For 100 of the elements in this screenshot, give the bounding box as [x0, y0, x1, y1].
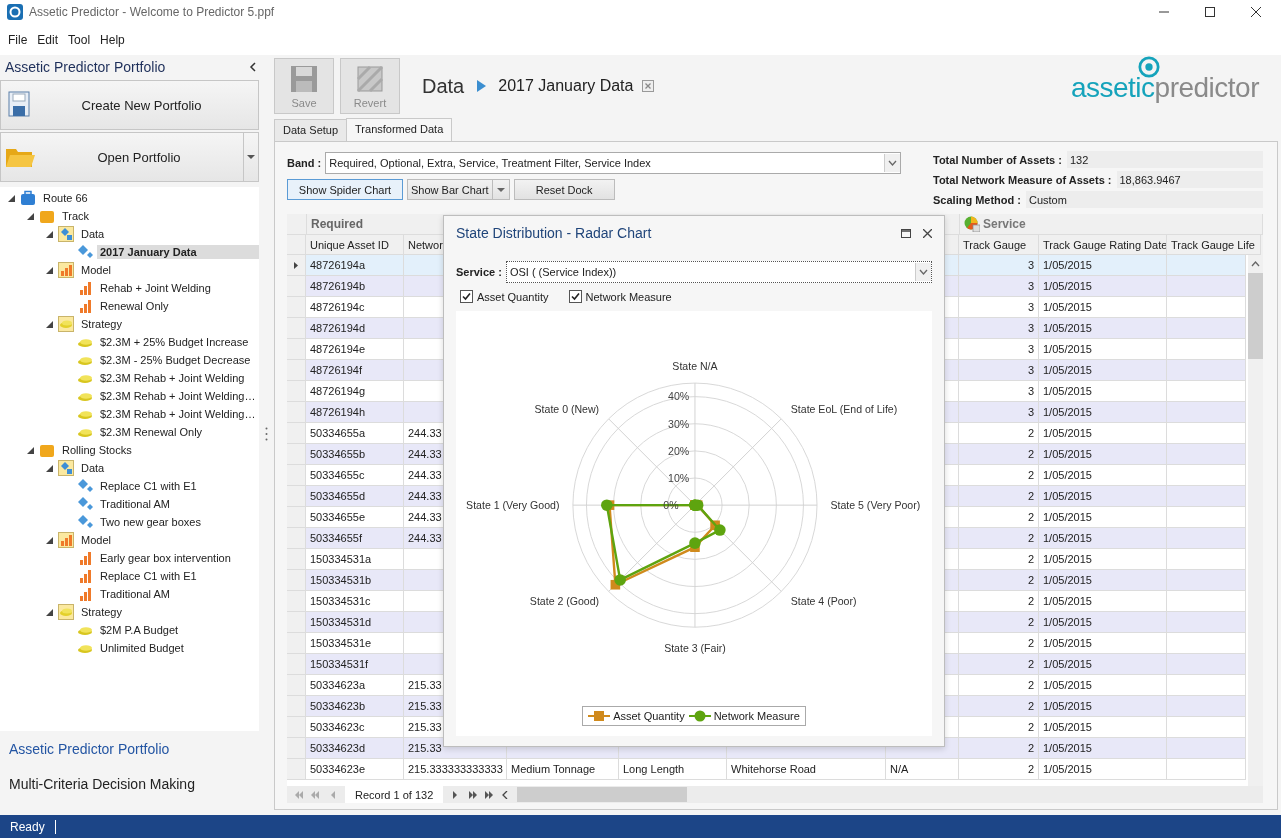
- checkbox[interactable]: [460, 290, 473, 303]
- caret-icon: [496, 187, 505, 192]
- tree-item[interactable]: $2.3M Rehab + Joint Welding…: [97, 389, 259, 403]
- tick-label: 10%: [668, 471, 690, 484]
- table-row[interactable]: 50334623e 215.333333333333 Medium Tonnage Long Length Whitehorse Road N/A 2 1/05/2015: [287, 759, 1246, 780]
- coins-group-icon: [58, 604, 74, 620]
- logo: asseticpredictor: [1070, 72, 1259, 103]
- tree-item[interactable]: Renewal Only: [97, 299, 172, 313]
- expand-arrow-icon[interactable]: [27, 212, 34, 220]
- summary-value: 18,863.9467: [1116, 171, 1263, 188]
- tree-item[interactable]: $2M P.A Budget: [97, 623, 182, 637]
- expand-arrow-icon[interactable]: [46, 230, 53, 238]
- action-button[interactable]: Reset Dock: [513, 179, 615, 200]
- tree-item[interactable]: Rolling Stocks: [59, 443, 135, 457]
- tree-item[interactable]: $2.3M + 25% Budget Increase: [97, 335, 252, 349]
- expand-arrow-icon[interactable]: [46, 266, 53, 274]
- tree-item[interactable]: $2.3M - 25% Budget Decrease: [97, 353, 254, 367]
- row-header[interactable]: [287, 255, 306, 276]
- pager-forward-icon[interactable]: [484, 790, 495, 799]
- tab[interactable]: Data Setup: [274, 119, 348, 141]
- close-icon[interactable]: [923, 228, 932, 238]
- scrollbar-thumb[interactable]: [1248, 273, 1263, 359]
- action-button[interactable]: Show Spider Chart: [287, 179, 403, 200]
- checkbox-label[interactable]: Asset Quantity: [477, 290, 549, 303]
- bar-chart-icon: [77, 280, 93, 296]
- tree-item[interactable]: Route 66: [40, 191, 91, 205]
- pager-back-icon[interactable]: [294, 790, 304, 799]
- table-cell: Medium Tonnage: [507, 759, 619, 780]
- close-icon[interactable]: [1251, 7, 1261, 17]
- portfolio-button[interactable]: Open Portfolio: [0, 132, 259, 182]
- table-cell: Whitehorse Road: [727, 759, 886, 780]
- tree-item[interactable]: $2.3M Rehab + Joint Welding: [97, 371, 248, 385]
- tree-item[interactable]: Strategy: [78, 605, 125, 619]
- chevron-up-icon[interactable]: [1251, 261, 1260, 267]
- bar-chart-group-icon: [58, 262, 74, 278]
- maximize-icon[interactable]: [1205, 7, 1215, 17]
- expand-arrow-icon[interactable]: [46, 608, 53, 616]
- menu-item[interactable]: Edit: [32, 30, 64, 49]
- tree-item[interactable]: 2017 January Data: [97, 245, 259, 259]
- nav-link[interactable]: Multi-Criteria Decision Making: [9, 776, 270, 792]
- legend-label: Network Measure: [713, 710, 800, 722]
- tick-label: 30%: [668, 417, 690, 430]
- chevron-down-icon: [888, 160, 897, 166]
- caret-icon: [247, 155, 255, 159]
- expand-arrow-icon[interactable]: [8, 194, 15, 202]
- tree-item[interactable]: Model: [78, 263, 114, 277]
- checkbox[interactable]: [568, 290, 582, 303]
- table-cell: 2: [959, 759, 1039, 780]
- menu-item[interactable]: File: [3, 30, 33, 49]
- diamond-icon: [77, 478, 93, 494]
- vertical-scrollbar[interactable]: [1248, 255, 1263, 786]
- tree-item[interactable]: Early gear box intervention: [97, 551, 234, 565]
- checkbox-label[interactable]: Network Measure: [585, 290, 672, 303]
- tree-item[interactable]: Track: [59, 209, 93, 223]
- app-icon: [7, 4, 23, 20]
- service-dropdown[interactable]: OSI ( (Service Index)): [505, 261, 932, 283]
- action-button[interactable]: Show Bar Chart: [407, 179, 492, 200]
- diamond-icon: [77, 496, 93, 512]
- tree-item[interactable]: Traditional AM: [97, 497, 173, 511]
- expand-arrow-icon[interactable]: [46, 536, 53, 544]
- pager-back-icon[interactable]: [310, 790, 320, 799]
- bar-chart-icon: [77, 298, 93, 314]
- tree-item[interactable]: Two new gear boxes: [97, 515, 204, 529]
- maximize-icon[interactable]: [901, 228, 911, 238]
- tree-item[interactable]: Rehab + Joint Welding: [97, 281, 214, 295]
- tree-item[interactable]: $2.3M Rehab + Joint Welding…: [97, 407, 259, 421]
- tree-item[interactable]: $2.3M Renewal Only: [97, 425, 206, 439]
- tree-item[interactable]: Data: [78, 461, 108, 475]
- menu-item[interactable]: Tool: [63, 30, 96, 49]
- nav-link[interactable]: Assetic Predictor Portfolio: [9, 741, 270, 757]
- collapse-icon[interactable]: [249, 62, 257, 72]
- window-title: Assetic Predictor - Welcome to Predictor 5.ppf: [29, 5, 275, 19]
- tree-item[interactable]: Data: [78, 227, 108, 241]
- tree-item[interactable]: Traditional AM: [97, 587, 173, 601]
- record-counter: Record 1 of 132: [345, 786, 444, 803]
- pager-forward-icon[interactable]: [468, 790, 479, 799]
- legend-label: Asset Quantity: [613, 710, 685, 722]
- tab[interactable]: Transformed Data: [346, 118, 453, 141]
- band-dropdown[interactable]: Required, Optional, Extra, Service, Treatment Filter, Service Index: [325, 152, 901, 174]
- tree-item[interactable]: Replace C1 with E1: [97, 569, 200, 583]
- bar-chart-icon: [77, 586, 93, 602]
- splitter-grip-icon[interactable]: [265, 427, 268, 441]
- section-title: Data: [422, 74, 465, 98]
- status-text: Ready: [0, 819, 56, 834]
- expand-arrow-icon[interactable]: [46, 320, 53, 328]
- expand-arrow-icon[interactable]: [27, 446, 34, 454]
- tree-item[interactable]: Replace C1 with E1: [97, 479, 200, 493]
- bar-chart-icon: [77, 550, 93, 566]
- chevron-down-icon: [919, 269, 928, 275]
- portfolio-button[interactable]: Create New Portfolio: [0, 80, 259, 130]
- axis-label: State 5 (Very Poor): [830, 499, 921, 511]
- expand-arrow-icon[interactable]: [46, 464, 53, 472]
- table-cell: 50334623e: [306, 759, 404, 780]
- close-tab-icon[interactable]: [642, 80, 655, 92]
- tree-item[interactable]: Unlimited Budget: [97, 641, 187, 655]
- menu-item[interactable]: Help: [95, 30, 130, 49]
- diamond-icon: [77, 514, 93, 530]
- summary-label: Scaling Method :: [933, 193, 1022, 206]
- tree-item[interactable]: Strategy: [78, 317, 125, 331]
- tree-item[interactable]: Model: [78, 533, 114, 547]
